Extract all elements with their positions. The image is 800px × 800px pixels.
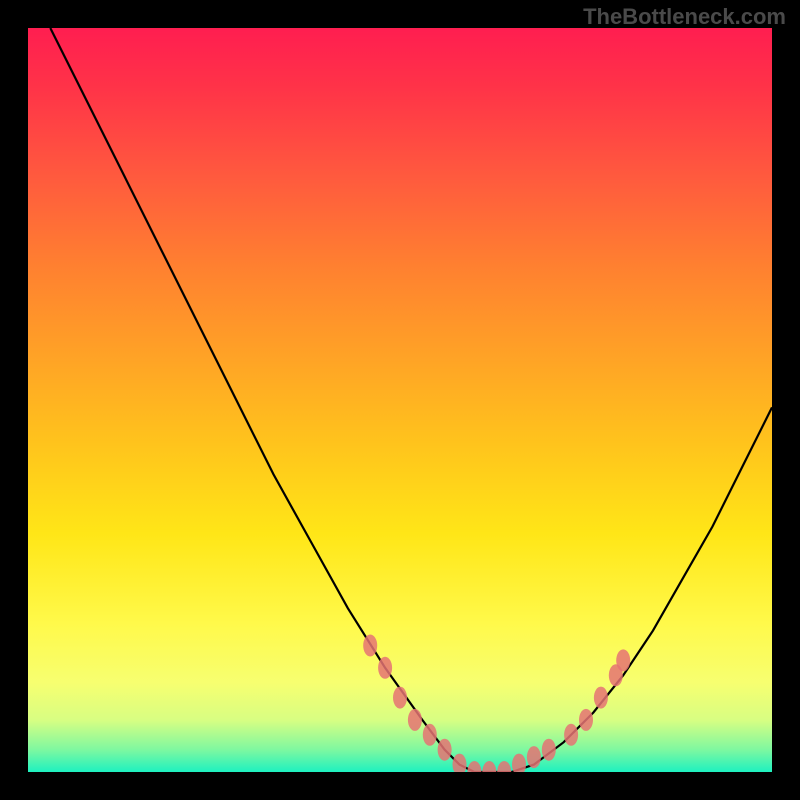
curve-markers <box>363 635 630 773</box>
bottleneck-curve <box>50 28 772 772</box>
curve-marker <box>393 687 407 709</box>
curve-marker <box>512 754 526 772</box>
curve-marker <box>564 724 578 746</box>
curve-marker <box>467 761 481 772</box>
curve-marker <box>542 739 556 761</box>
chart-plot-area <box>28 28 772 772</box>
curve-marker <box>363 635 377 657</box>
curve-marker <box>423 724 437 746</box>
curve-marker <box>482 761 496 772</box>
curve-marker <box>497 761 511 772</box>
curve-marker <box>579 709 593 731</box>
curve-marker <box>594 687 608 709</box>
chart-svg <box>28 28 772 772</box>
curve-marker <box>453 754 467 772</box>
curve-marker <box>527 746 541 768</box>
curve-marker <box>378 657 392 679</box>
curve-marker <box>616 649 630 671</box>
curve-marker <box>438 739 452 761</box>
curve-marker <box>408 709 422 731</box>
watermark-text: TheBottleneck.com <box>583 4 786 30</box>
